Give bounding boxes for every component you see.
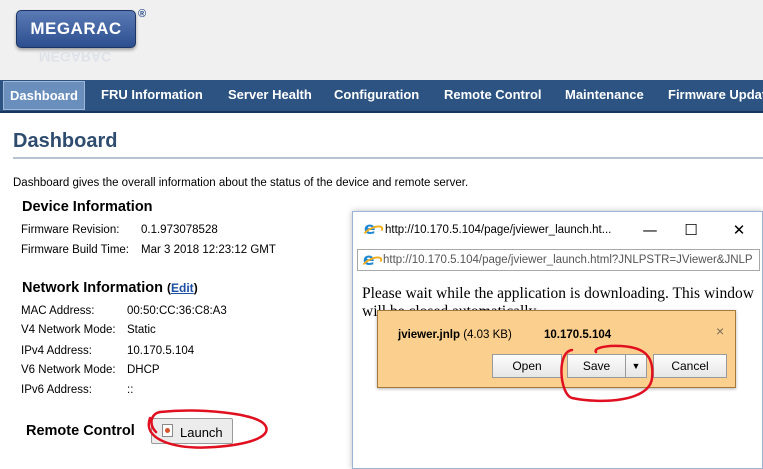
firmware-revision-value: 0.1.973078528: [141, 224, 218, 236]
title-divider: [13, 157, 763, 159]
v6-network-mode-label: V6 Network Mode:: [21, 364, 116, 376]
mac-address-label: MAC Address:: [21, 305, 95, 317]
popup-address-bar[interactable]: e http://10.170.5.104/page/jviewer_launc…: [357, 249, 760, 273]
popup-address-text: http://10.170.5.104/page/jviewer_launch.…: [383, 254, 753, 266]
nav-server-health[interactable]: Server Health: [222, 80, 318, 111]
logo-reflection: MEGARAC: [38, 49, 112, 65]
page-icon: e: [359, 251, 385, 273]
close-icon[interactable]: ✕: [725, 219, 753, 241]
v6-network-mode-value: DHCP: [127, 364, 160, 376]
download-host: 10.170.5.104: [544, 329, 612, 341]
download-file-name: jviewer.jnlp: [398, 329, 460, 341]
download-file-info: jviewer.jnlp (4.03 KB): [398, 329, 512, 341]
open-button[interactable]: Open: [492, 354, 562, 378]
nav-dashboard[interactable]: Dashboard: [3, 81, 85, 110]
ipv4-address-label: IPv4 Address:: [21, 345, 92, 357]
download-notification-bar: jviewer.jnlp (4.03 KB) 10.170.5.104 × Op…: [377, 310, 736, 388]
registered-mark: ®: [138, 8, 147, 20]
launch-button-label: Launch: [180, 425, 223, 440]
v4-network-mode-value: Static: [127, 324, 156, 336]
nav-maintenance[interactable]: Maintenance: [559, 80, 650, 111]
firmware-revision-label: Firmware Revision:: [21, 224, 120, 236]
cancel-button[interactable]: Cancel: [653, 354, 727, 378]
ipv4-address-value: 10.170.5.104: [127, 345, 195, 357]
save-button[interactable]: Save: [567, 354, 626, 378]
device-information-heading: Device Information: [22, 199, 153, 215]
popup-titlebar[interactable]: e http://10.170.5.104/page/jviewer_launc…: [353, 212, 762, 248]
remote-control-heading: Remote Control: [26, 423, 135, 439]
v4-network-mode-label: V4 Network Mode:: [21, 324, 116, 336]
minimize-icon[interactable]: —: [636, 219, 664, 241]
firmware-build-time-label: Firmware Build Time:: [21, 244, 129, 256]
edit-network-link[interactable]: Edit: [171, 281, 194, 295]
firmware-build-time-value: Mar 3 2018 12:23:12 GMT: [141, 244, 276, 256]
internet-explorer-icon: e: [360, 220, 386, 242]
download-file-size: (4.03 KB): [463, 329, 512, 341]
ipv6-address-label: IPv6 Address:: [21, 384, 92, 396]
java-icon: [162, 424, 173, 437]
page-title: Dashboard: [13, 130, 118, 152]
launch-button[interactable]: Launch: [151, 418, 233, 444]
nav-configuration[interactable]: Configuration: [328, 80, 425, 111]
edit-close-paren: ): [193, 281, 198, 295]
page-header: MEGARAC ® MEGARAC: [0, 0, 763, 80]
download-bar-close-icon[interactable]: ×: [716, 323, 724, 339]
network-information-title: Network Information: [22, 280, 163, 296]
megarac-logo: MEGARAC: [16, 10, 136, 48]
nav-firmware-update[interactable]: Firmware Updat: [662, 80, 763, 111]
maximize-icon[interactable]: ☐: [677, 219, 705, 241]
nav-remote-control[interactable]: Remote Control: [438, 80, 548, 111]
main-nav: Dashboard FRU Information Server Health …: [0, 80, 763, 113]
save-options-dropdown[interactable]: ▼: [625, 354, 647, 378]
nav-fru-information[interactable]: FRU Information: [95, 80, 209, 111]
mac-address-value: 00:50:CC:36:C8:A3: [127, 305, 227, 317]
network-information-heading: Network Information (Edit): [22, 280, 198, 296]
popup-title: http://10.170.5.104/page/jviewer_launch.…: [385, 224, 612, 236]
dashboard-description: Dashboard gives the overall information …: [13, 177, 469, 189]
ipv6-address-value: ::: [127, 384, 134, 396]
